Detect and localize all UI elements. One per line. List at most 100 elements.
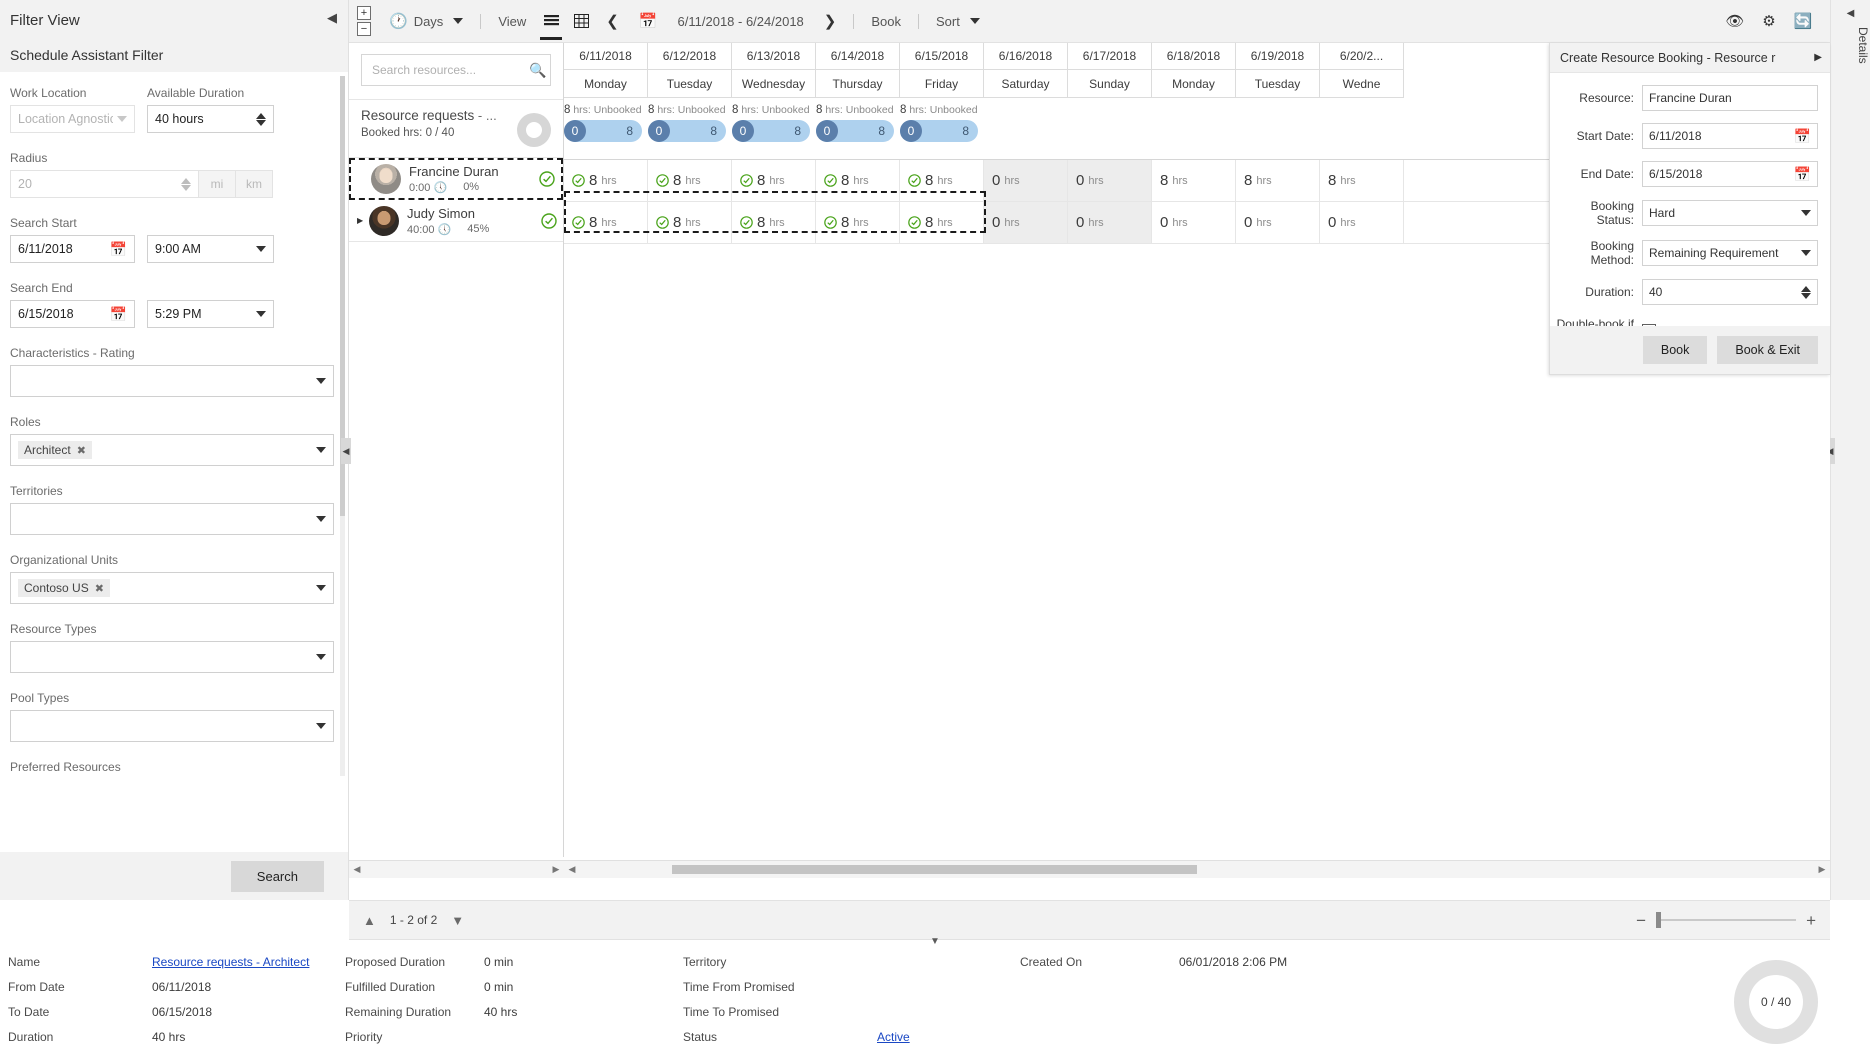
- booking-status-select[interactable]: Hard: [1642, 200, 1818, 226]
- timeline-horizontal-scrollbar[interactable]: ◀ ▶: [564, 860, 1830, 878]
- zoom-slider-handle[interactable]: [1656, 912, 1661, 928]
- search-end-time-select[interactable]: 5:29 PM: [147, 300, 274, 328]
- gear-icon[interactable]: ⚙: [1754, 6, 1784, 36]
- date-range-display[interactable]: 6/11/2018 - 6/24/2018: [668, 0, 814, 43]
- expand-all-icon[interactable]: +: [357, 6, 371, 20]
- radius-unit-km[interactable]: km: [236, 170, 273, 198]
- radius-unit-mi[interactable]: mi: [199, 170, 236, 198]
- calendar-icon[interactable]: 📅: [1794, 166, 1811, 183]
- page-up-icon[interactable]: ▲: [363, 913, 376, 928]
- detail-link[interactable]: Resource requests - Architect: [152, 955, 309, 969]
- timeline-cell[interactable]: 8hrs: [816, 160, 900, 201]
- filter-panel-scrollbar[interactable]: [340, 76, 345, 776]
- requirement-pill[interactable]: 08: [648, 120, 726, 142]
- spinner-icon[interactable]: [181, 178, 191, 191]
- zoom-in-button[interactable]: +: [1806, 912, 1816, 929]
- detail-value[interactable]: Active: [877, 1027, 910, 1048]
- timeline-cell[interactable]: 8hrs: [1152, 160, 1236, 201]
- resource-search-box[interactable]: 🔍: [361, 54, 551, 86]
- date-picker-button[interactable]: 📅: [629, 0, 668, 43]
- bottom-panel-toggle-icon[interactable]: ▼: [930, 936, 940, 947]
- eye-icon[interactable]: 👁: [1720, 6, 1750, 36]
- search-button[interactable]: Search: [231, 861, 324, 892]
- requirement-pill[interactable]: 08: [732, 120, 810, 142]
- remove-token-icon[interactable]: ✖: [95, 582, 104, 595]
- search-end-date-input[interactable]: 6/15/2018 📅: [10, 300, 135, 328]
- book-and-exit-button[interactable]: Book & Exit: [1717, 336, 1818, 364]
- territories-select[interactable]: [10, 503, 334, 535]
- spinner-icon[interactable]: [1801, 286, 1811, 299]
- timeline-cell[interactable]: 0hrs: [1152, 202, 1236, 243]
- scroll-left-icon[interactable]: ◀: [564, 864, 580, 875]
- scroll-right-icon[interactable]: ▶: [1814, 864, 1830, 875]
- timeline-cell[interactable]: 8hrs: [816, 202, 900, 243]
- sort-dropdown[interactable]: Sort: [926, 0, 990, 43]
- collapse-details-icon[interactable]: ◀: [1831, 0, 1870, 19]
- requirement-slot[interactable]: 8 hrs: Unbooked08: [732, 98, 816, 159]
- spinner-icon[interactable]: [256, 113, 266, 126]
- search-start-date-input[interactable]: 6/11/2018 📅: [10, 235, 135, 263]
- resource-row-francine-duran[interactable]: Francine Duran 0:00 🕔 0%: [349, 158, 563, 200]
- calendar-icon[interactable]: 📅: [110, 241, 127, 258]
- book-button[interactable]: Book: [861, 0, 911, 43]
- resource-input[interactable]: Francine Duran: [1642, 85, 1818, 111]
- requirement-slot[interactable]: 8 hrs: Unbooked08: [648, 98, 732, 159]
- resource-column-scrollbar[interactable]: ◀ ▶: [349, 860, 564, 878]
- timeline-cell[interactable]: 0hrs: [1068, 202, 1152, 243]
- end-date-input[interactable]: 6/15/2018 📅: [1642, 161, 1818, 187]
- chevron-right-icon[interactable]: ▶: [1810, 52, 1822, 63]
- next-period-button[interactable]: ❯: [814, 0, 847, 43]
- resource-request-card[interactable]: Resource requests - ... Booked hrs: 0 / …: [349, 99, 563, 158]
- pool-types-select[interactable]: [10, 710, 334, 742]
- requirement-slot[interactable]: 8 hrs: Unbooked08: [564, 98, 648, 159]
- scroll-track[interactable]: [580, 865, 1814, 874]
- detail-value[interactable]: Resource requests - Architect: [152, 952, 309, 973]
- booking-method-select[interactable]: Remaining Requirement: [1642, 240, 1818, 266]
- timeline-cell[interactable]: 0hrs: [1236, 202, 1320, 243]
- timeline-cell[interactable]: 8hrs: [564, 202, 648, 243]
- duration-stepper[interactable]: 40: [1642, 279, 1818, 305]
- grid-view-button[interactable]: [566, 7, 596, 35]
- timeline-cell[interactable]: 0hrs: [1320, 202, 1404, 243]
- requirement-pill[interactable]: 08: [900, 120, 978, 142]
- calendar-icon[interactable]: 📅: [110, 306, 127, 323]
- filter-panel-resize-handle[interactable]: ◀: [341, 438, 351, 464]
- search-input[interactable]: [370, 62, 529, 78]
- requirement-slot[interactable]: 8 hrs: Unbooked08: [900, 98, 984, 159]
- resource-row-judy-simon[interactable]: ▶ Judy Simon 40:00 🕔 45%: [349, 200, 563, 242]
- timeline-cell[interactable]: 0hrs: [984, 202, 1068, 243]
- start-date-input[interactable]: 6/11/2018 📅: [1642, 123, 1818, 149]
- timeline-cell[interactable]: 8hrs: [900, 160, 984, 201]
- calendar-icon[interactable]: 📅: [1794, 128, 1811, 145]
- requirement-pill[interactable]: 08: [564, 120, 642, 142]
- scrollbar-thumb[interactable]: [672, 865, 1197, 874]
- resource-types-select[interactable]: [10, 641, 334, 673]
- search-start-time-select[interactable]: 9:00 AM: [147, 235, 274, 263]
- timeline-cell[interactable]: 8hrs: [732, 202, 816, 243]
- timeline-cell[interactable]: 8hrs: [1236, 160, 1320, 201]
- roles-select[interactable]: Architect ✖: [10, 434, 334, 466]
- available-duration-stepper[interactable]: 40 hours: [147, 105, 274, 133]
- previous-period-button[interactable]: ❮: [596, 0, 629, 43]
- characteristics-select[interactable]: [10, 365, 334, 397]
- collapse-all-icon[interactable]: −: [357, 22, 371, 36]
- collapse-filter-panel-icon[interactable]: ◀: [324, 10, 340, 26]
- list-view-button[interactable]: [536, 7, 566, 35]
- timeline-cell[interactable]: 8hrs: [1320, 160, 1404, 201]
- search-icon[interactable]: 🔍: [529, 62, 546, 79]
- zoom-out-button[interactable]: −: [1636, 912, 1646, 929]
- scroll-right-icon[interactable]: ▶: [548, 864, 564, 875]
- timeline-cell[interactable]: 8hrs: [648, 160, 732, 201]
- expand-collapse-rows-control[interactable]: + −: [357, 6, 371, 36]
- work-location-select[interactable]: Location Agnostic: [10, 105, 135, 133]
- expander-icon[interactable]: ▶: [357, 216, 367, 225]
- timeline-cell[interactable]: 8hrs: [564, 160, 648, 201]
- days-dropdown[interactable]: 🕐 Days: [379, 0, 473, 43]
- radius-input[interactable]: 20: [10, 170, 199, 198]
- timeline-cell[interactable]: 8hrs: [648, 202, 732, 243]
- org-units-select[interactable]: Contoso US ✖: [10, 572, 334, 604]
- timeline-cell[interactable]: 8hrs: [732, 160, 816, 201]
- remove-token-icon[interactable]: ✖: [77, 444, 86, 457]
- timeline-cell[interactable]: 8hrs: [900, 202, 984, 243]
- requirement-pill[interactable]: 08: [816, 120, 894, 142]
